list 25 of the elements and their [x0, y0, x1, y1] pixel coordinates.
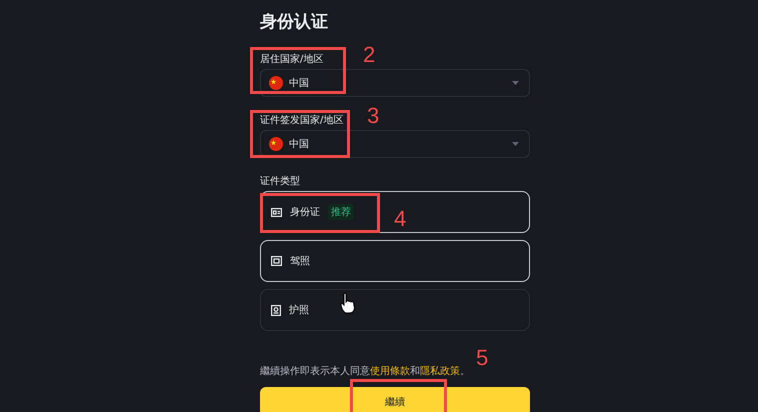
residence-select[interactable]: 中国 — [260, 69, 530, 97]
issuing-country-select[interactable]: 中国 — [260, 130, 530, 158]
flag-icon — [269, 137, 283, 151]
recommended-tag: 推荐 — [328, 204, 354, 220]
hand-cursor-icon — [340, 292, 356, 314]
passport-icon — [271, 304, 281, 316]
privacy-link[interactable]: 隱私政策 — [420, 366, 460, 377]
document-option[interactable]: 护照 — [260, 289, 530, 331]
document-option[interactable]: 驾照 — [260, 240, 530, 282]
caret-icon — [512, 81, 519, 85]
field-label: 居住国家/地区 — [260, 55, 324, 65]
flag-icon — [269, 76, 283, 90]
caret-icon — [512, 142, 519, 146]
id-card-icon — [271, 208, 282, 216]
field-label: 证件类型 — [260, 177, 301, 187]
annotation-number: 5 — [476, 347, 488, 369]
annotation-number: 2 — [363, 44, 376, 66]
page-title: 身份认证 — [260, 12, 329, 32]
license-icon — [271, 256, 282, 266]
terms-link[interactable]: 使用條款 — [370, 366, 410, 377]
annotation-number: 4 — [394, 208, 406, 230]
annotation-number: 3 — [367, 105, 380, 127]
terms-text: 繼續操作即表示本人同意使用條款和隱私政策。 — [260, 364, 470, 378]
field-label: 证件签发国家/地区 — [260, 116, 344, 126]
continue-button[interactable]: 繼續 — [260, 387, 530, 412]
